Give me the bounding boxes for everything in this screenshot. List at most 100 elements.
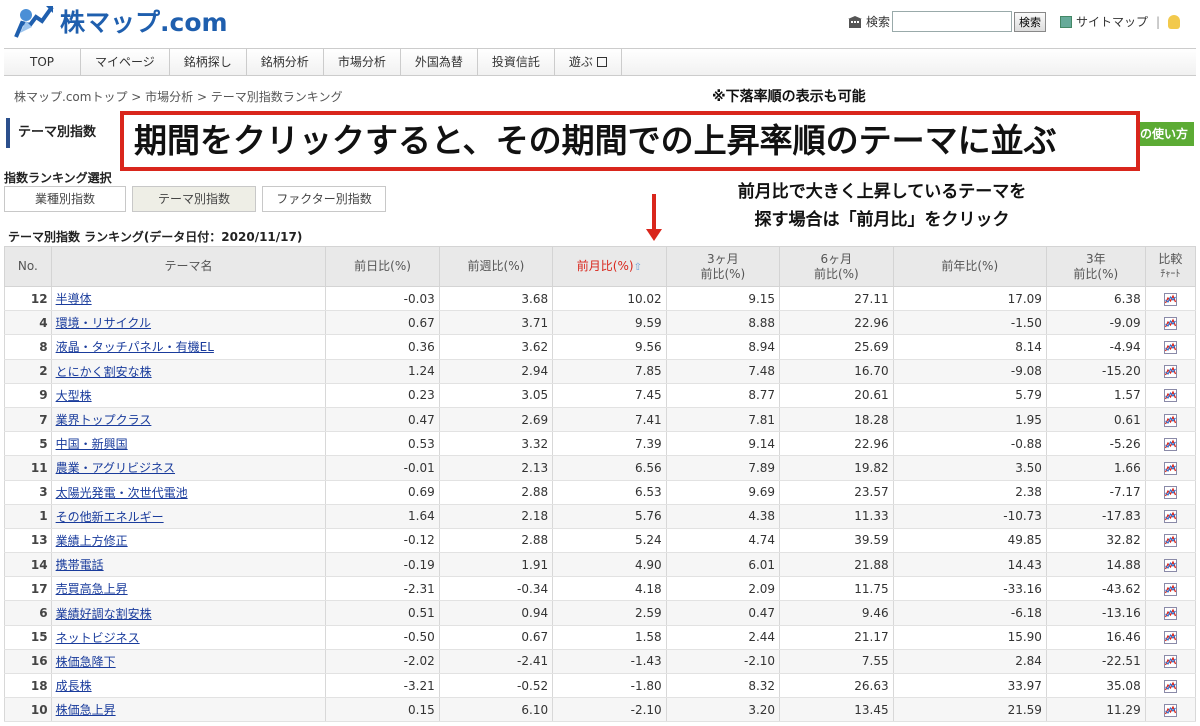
compare-chart-icon[interactable] xyxy=(1163,655,1177,669)
nav-item-stock-search[interactable]: 銘柄探し xyxy=(170,49,247,75)
theme-link[interactable]: 中国・新興国 xyxy=(56,437,128,451)
theme-link[interactable]: 環境・リサイクル xyxy=(56,316,151,330)
row-chart[interactable] xyxy=(1144,383,1197,408)
row-theme-name[interactable]: 株価急降下 xyxy=(50,649,327,675)
site-logo[interactable]: 株マップ.com xyxy=(12,3,228,39)
row-chart[interactable] xyxy=(1144,625,1197,650)
theme-link[interactable]: 業績好調な割安株 xyxy=(56,607,152,621)
row-theme-name[interactable]: 業績好調な割安株 xyxy=(50,600,327,626)
nav-item-market-analysis[interactable]: 市場分析 xyxy=(324,49,401,75)
row-chart[interactable] xyxy=(1144,431,1197,457)
row-theme-name[interactable]: 環境・リサイクル xyxy=(50,310,327,336)
row-theme-name[interactable]: とにかく割安な株 xyxy=(50,359,327,384)
col-header-day[interactable]: 前日比(%) xyxy=(325,246,440,287)
row-chart[interactable] xyxy=(1144,528,1197,554)
theme-link[interactable]: 半導体 xyxy=(56,292,92,306)
row-theme-name[interactable]: ネットビジネス xyxy=(50,625,327,650)
compare-chart-icon[interactable] xyxy=(1163,437,1177,451)
theme-link[interactable]: とにかく割安な株 xyxy=(56,365,152,379)
search-button[interactable]: 検索 xyxy=(1014,11,1047,32)
compare-chart-icon[interactable] xyxy=(1163,631,1177,645)
theme-link[interactable]: 売買高急上昇 xyxy=(56,582,128,596)
compare-chart-icon[interactable] xyxy=(1163,534,1177,548)
nav-item-forex[interactable]: 外国為替 xyxy=(401,49,478,75)
col-header-6m[interactable]: 6ヶ月 前比(%) xyxy=(779,246,894,287)
row-theme-name[interactable]: 携帯電話 xyxy=(50,552,327,578)
row-chart[interactable] xyxy=(1144,310,1197,336)
row-chart[interactable] xyxy=(1144,334,1197,360)
row-theme-name[interactable]: 中国・新興国 xyxy=(50,431,327,457)
col-header-year[interactable]: 前年比(%) xyxy=(892,246,1047,287)
theme-link[interactable]: ネットビジネス xyxy=(56,631,140,645)
compare-chart-icon[interactable] xyxy=(1163,703,1177,717)
row-chart[interactable] xyxy=(1144,504,1197,529)
col-header-name[interactable]: テーマ名 xyxy=(50,246,327,287)
nav-item-mypage[interactable]: マイページ xyxy=(81,49,170,75)
breadcrumb[interactable]: 株マップ.comトップ > 市場分析 > テーマ別指数ランキング xyxy=(14,88,342,105)
theme-link[interactable]: 株価急降下 xyxy=(56,655,116,669)
compare-chart-icon[interactable] xyxy=(1163,365,1177,379)
compare-chart-icon[interactable] xyxy=(1163,461,1177,475)
compare-chart-icon[interactable] xyxy=(1163,558,1177,572)
theme-link[interactable]: 農業・アグリビジネス xyxy=(56,461,175,475)
tab-industry-index[interactable]: 業種別指数 xyxy=(4,186,126,212)
compare-chart-icon[interactable] xyxy=(1163,679,1177,693)
row-chart[interactable] xyxy=(1144,673,1197,699)
row-theme-name[interactable]: その他新エネルギー xyxy=(50,504,327,529)
table-row: 16 株価急降下 -2.02 -2.41 -1.43 -2.10 7.55 2.84 -22.5… xyxy=(4,649,1197,675)
row-theme-name[interactable]: 半導体 xyxy=(50,286,327,312)
compare-chart-icon[interactable] xyxy=(1163,413,1177,427)
theme-link[interactable]: 成長株 xyxy=(56,679,92,693)
row-chart[interactable] xyxy=(1144,359,1197,384)
compare-chart-icon[interactable] xyxy=(1163,510,1177,524)
row-chart[interactable] xyxy=(1144,552,1197,578)
compare-chart-icon[interactable] xyxy=(1163,486,1177,500)
row-chart[interactable] xyxy=(1144,480,1197,505)
theme-link[interactable]: その他新エネルギー xyxy=(56,510,164,524)
compare-chart-icon[interactable] xyxy=(1163,292,1177,306)
sitemap-link[interactable]: サイトマップ xyxy=(1076,13,1148,30)
col-header-3y[interactable]: 3年 前比(%) xyxy=(1045,246,1146,287)
row-theme-name[interactable]: 太陽光発電・次世代電池 xyxy=(50,480,327,505)
theme-link[interactable]: 株価急上昇 xyxy=(56,703,116,717)
compare-chart-icon[interactable] xyxy=(1163,582,1177,596)
row-theme-name[interactable]: 株価急上昇 xyxy=(50,697,327,723)
row-theme-name[interactable]: 売買高急上昇 xyxy=(50,576,327,602)
theme-link[interactable]: 業績上方修正 xyxy=(56,534,128,548)
row-chart[interactable] xyxy=(1144,600,1197,626)
row-chart[interactable] xyxy=(1144,407,1197,433)
row-theme-name[interactable]: 業績上方修正 xyxy=(50,528,327,554)
search-input[interactable] xyxy=(892,11,1013,32)
compare-chart-icon[interactable] xyxy=(1163,389,1177,403)
row-theme-name[interactable]: 液晶・タッチパネル・有機EL xyxy=(50,334,327,360)
row-chart[interactable] xyxy=(1144,455,1197,481)
row-theme-name[interactable]: 大型株 xyxy=(50,383,327,408)
theme-link[interactable]: 太陽光発電・次世代電池 xyxy=(56,486,188,500)
col-header-month[interactable]: 前月比(%)⇧ xyxy=(552,246,667,287)
tab-theme-index[interactable]: テーマ別指数 xyxy=(132,186,256,212)
theme-link[interactable]: 携帯電話 xyxy=(56,558,104,572)
compare-chart-icon[interactable] xyxy=(1163,316,1177,330)
compare-chart-icon[interactable] xyxy=(1163,607,1177,621)
row-chart[interactable] xyxy=(1144,286,1197,312)
bulb-icon[interactable] xyxy=(1168,14,1181,29)
col-header-week[interactable]: 前週比(%) xyxy=(438,246,554,287)
row-chart[interactable] xyxy=(1144,576,1197,602)
row-theme-name[interactable]: 成長株 xyxy=(50,673,327,699)
nav-item-stock-analysis[interactable]: 銘柄分析 xyxy=(247,49,324,75)
row-no: 5 xyxy=(4,431,52,457)
nav-item-funds[interactable]: 投資信託 xyxy=(478,49,555,75)
compare-chart-icon[interactable] xyxy=(1163,340,1177,354)
row-theme-name[interactable]: 業界トップクラス xyxy=(50,407,327,433)
tab-factor-index[interactable]: ファクター別指数 xyxy=(262,186,386,212)
theme-link[interactable]: 大型株 xyxy=(56,389,92,403)
row-chart[interactable] xyxy=(1144,697,1197,723)
index-selection-label: 指数ランキング選択 xyxy=(4,171,112,185)
nav-item-top[interactable]: TOP xyxy=(4,49,82,75)
theme-link[interactable]: 業界トップクラス xyxy=(56,413,152,427)
theme-link[interactable]: 液晶・タッチパネル・有機EL xyxy=(56,340,214,354)
row-chart[interactable] xyxy=(1144,649,1197,675)
row-theme-name[interactable]: 農業・アグリビジネス xyxy=(50,455,327,481)
nav-item-play[interactable]: 遊ぶ xyxy=(555,49,622,75)
col-header-3m[interactable]: 3ヶ月 前比(%) xyxy=(665,246,781,287)
